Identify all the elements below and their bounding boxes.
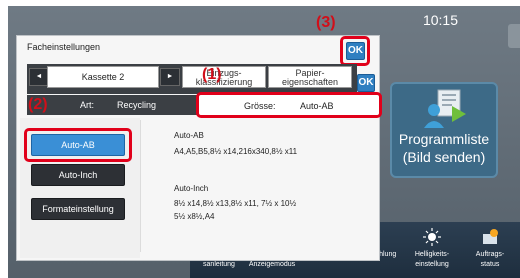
bottom-item-label: sanleitung: [203, 261, 235, 268]
bottom-item-label: Helligkeits- einstellung: [414, 251, 450, 268]
job-status-icon: [483, 229, 498, 244]
option-auto-inch[interactable]: Auto-Inch: [31, 164, 125, 186]
detail-ab-sizes: A4,A5,B5,8½ x14,216x340,8½ x11: [174, 147, 298, 156]
bottom-item-job-status[interactable]: Auftrags- status: [464, 222, 516, 278]
type-value: Recycling: [117, 100, 157, 110]
dialog-title: Facheinstellungen: [27, 42, 101, 52]
divider: [140, 120, 141, 252]
bottom-item-label: Anzeigemodus: [248, 261, 296, 268]
option-format-setting[interactable]: Formateinstellung: [31, 198, 125, 220]
callout-3: (3): [316, 14, 336, 31]
side-tab-handle[interactable]: [508, 24, 520, 48]
callout-2: (2): [28, 96, 48, 113]
tab-prev-button[interactable]: ◄: [29, 68, 49, 86]
program-list-label: Programmliste (Bild senden): [392, 130, 496, 166]
size-highlight: [196, 92, 382, 118]
send-image-icon: [424, 89, 466, 128]
type-label: Art:: [80, 100, 95, 110]
tab-feed-classification[interactable]: Einzugs- klassifizierung: [182, 66, 266, 88]
detail-inch-sizes-1: 8½ x14,8½ x13,8½ x11, 7½ x 10½: [174, 199, 297, 208]
clock: 10:15: [422, 12, 458, 28]
size-label: Grösse:: [244, 101, 276, 111]
bottom-item-label: Auftrags- status: [475, 251, 505, 268]
brightness-icon: [423, 228, 441, 246]
ok-button-secondary[interactable]: OK: [357, 74, 375, 92]
callout-1: (1): [202, 66, 222, 83]
detail-ab-title: Auto-AB: [174, 131, 204, 140]
program-list-label-line1: Programmliste: [398, 131, 490, 147]
detail-inch-sizes-2: 5½ x8½,A4: [174, 212, 215, 221]
screen: 10:15 Programmliste (Bild senden) sanlei…: [0, 0, 520, 278]
size-value: Auto-AB: [300, 101, 334, 111]
tab-cassette[interactable]: Kassette 2: [47, 66, 159, 88]
bottom-item-brightness[interactable]: Helligkeits- einstellung: [404, 222, 460, 278]
ok-button[interactable]: OK: [346, 42, 365, 60]
program-list-label-line2: (Bild senden): [402, 149, 486, 165]
tab-paper-properties[interactable]: Papier- eigenschaften: [268, 66, 352, 88]
detail-inch-title: Auto-Inch: [174, 184, 209, 193]
option-auto-ab[interactable]: Auto-AB: [31, 134, 125, 156]
tab-next-button[interactable]: ►: [160, 68, 180, 86]
program-list-tile[interactable]: Programmliste (Bild senden): [390, 82, 498, 178]
